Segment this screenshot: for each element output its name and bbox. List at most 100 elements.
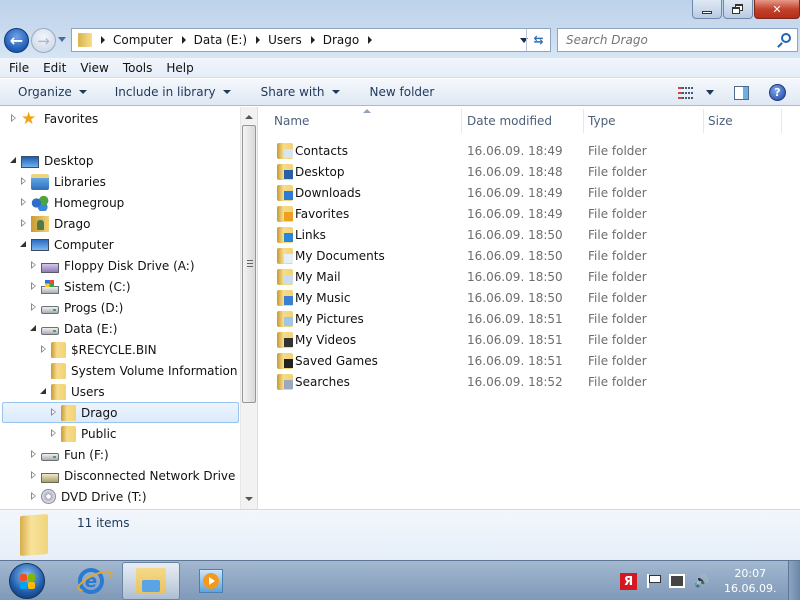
tree-item[interactable]: Computer xyxy=(19,234,114,255)
preview-pane-icon[interactable] xyxy=(734,85,749,100)
tree-item[interactable]: ★ Favorites xyxy=(9,108,98,129)
expand-arrow-icon[interactable] xyxy=(19,198,28,207)
organize-button[interactable]: Organize xyxy=(18,85,87,99)
tree-item[interactable]: Data (E:) xyxy=(29,318,117,339)
column-divider[interactable] xyxy=(461,109,462,133)
tree-item[interactable]: Users xyxy=(39,381,105,402)
expand-arrow-icon[interactable] xyxy=(29,282,38,291)
expand-arrow-icon[interactable] xyxy=(39,345,48,354)
scroll-down-icon[interactable] xyxy=(245,497,253,501)
share-with-button[interactable]: Share with xyxy=(261,85,340,99)
file-row[interactable]: My Pictures 16.06.09. 18:51 File folder xyxy=(277,308,777,329)
expand-arrow-icon[interactable] xyxy=(19,219,28,228)
breadcrumb-computer[interactable]: Computer xyxy=(113,33,173,47)
breadcrumb-chevron-icon[interactable] xyxy=(368,36,373,44)
tree-item[interactable]: Disconnected Network Drive (S:) xyxy=(29,465,257,486)
scroll-up-icon[interactable] xyxy=(245,115,253,119)
breadcrumb-users[interactable]: Users xyxy=(268,33,302,47)
column-header-size[interactable]: Size xyxy=(708,107,778,135)
tree-item[interactable]: Progs (D:) xyxy=(29,297,123,318)
action-center-flag-icon[interactable] xyxy=(646,574,661,588)
tree-item[interactable]: DVD Drive (T:) xyxy=(29,486,147,507)
taskbar-windows-explorer[interactable] xyxy=(122,562,180,600)
column-header-type[interactable]: Type xyxy=(588,107,703,135)
tree-item[interactable]: Libraries xyxy=(19,171,106,192)
breadcrumb-drago[interactable]: Drago xyxy=(323,33,360,47)
start-button[interactable] xyxy=(9,563,45,599)
expand-arrow-icon[interactable] xyxy=(29,450,38,459)
minimize-button[interactable] xyxy=(692,0,722,19)
search-icon[interactable] xyxy=(781,33,791,43)
expand-arrow-icon[interactable] xyxy=(29,303,38,312)
expand-arrow-icon[interactable] xyxy=(29,492,38,501)
column-divider[interactable] xyxy=(703,109,704,133)
refresh-button[interactable]: ⇆ xyxy=(526,29,550,51)
menu-file[interactable]: File xyxy=(9,61,29,75)
tree-item[interactable]: System Volume Information xyxy=(39,360,237,381)
address-bar[interactable]: Computer Data (E:) Users Drago ⇆ xyxy=(71,28,551,52)
breadcrumb-chevron-icon[interactable] xyxy=(256,36,261,44)
expand-arrow-icon[interactable] xyxy=(29,471,38,480)
file-row[interactable]: My Videos 16.06.09. 18:51 File folder xyxy=(277,329,777,350)
include-in-library-button[interactable]: Include in library xyxy=(115,85,231,99)
network-icon[interactable] xyxy=(669,574,685,588)
file-row[interactable]: My Music 16.06.09. 18:50 File folder xyxy=(277,287,777,308)
file-row[interactable]: Contacts 16.06.09. 18:49 File folder xyxy=(277,140,777,161)
recent-pages-dropdown[interactable] xyxy=(58,37,66,42)
volume-icon[interactable]: 🔊 xyxy=(694,574,710,588)
taskbar-media-player[interactable] xyxy=(182,562,240,600)
file-row[interactable]: Downloads 16.06.09. 18:49 File folder xyxy=(277,182,777,203)
menu-help[interactable]: Help xyxy=(166,61,193,75)
column-header-date-modified[interactable]: Date modified xyxy=(467,107,583,135)
close-button[interactable]: ✕ xyxy=(754,0,800,19)
file-row[interactable]: Favorites 16.06.09. 18:49 File folder xyxy=(277,203,777,224)
collapse-arrow-icon[interactable] xyxy=(29,324,38,333)
clock[interactable]: 20:07 16.06.09. xyxy=(724,566,776,596)
breadcrumb-chevron-icon[interactable] xyxy=(181,36,186,44)
tree-item[interactable]: Sistem (C:) xyxy=(29,276,131,297)
search-input[interactable] xyxy=(566,33,766,47)
column-divider[interactable] xyxy=(583,109,584,133)
view-options-dropdown[interactable] xyxy=(706,90,714,95)
restore-button[interactable] xyxy=(723,0,753,19)
file-row[interactable]: Saved Games 16.06.09. 18:51 File folder xyxy=(277,350,777,371)
tree-item[interactable]: Public xyxy=(49,423,117,444)
file-row[interactable]: Links 16.06.09. 18:50 File folder xyxy=(277,224,777,245)
file-row[interactable]: My Documents 16.06.09. 18:50 File folder xyxy=(277,245,777,266)
column-divider[interactable] xyxy=(781,109,782,133)
tree-item[interactable]: Homegroup xyxy=(19,192,124,213)
search-box[interactable] xyxy=(557,28,798,52)
change-view-icon[interactable] xyxy=(678,86,694,99)
collapse-arrow-icon[interactable] xyxy=(9,156,18,165)
file-row[interactable]: My Mail 16.06.09. 18:50 File folder xyxy=(277,266,777,287)
tree-item[interactable]: Floppy Disk Drive (A:) xyxy=(29,255,195,276)
forward-button[interactable]: → xyxy=(31,28,56,53)
expand-arrow-icon[interactable] xyxy=(9,114,18,123)
tree-item[interactable]: Desktop xyxy=(9,150,94,171)
tree-item[interactable]: Fun (F:) xyxy=(29,444,109,465)
scrollbar-thumb[interactable] xyxy=(242,125,256,403)
show-desktop-button[interactable] xyxy=(788,561,800,600)
expand-arrow-icon[interactable] xyxy=(29,261,38,270)
menu-view[interactable]: View xyxy=(80,61,108,75)
expand-arrow-icon[interactable] xyxy=(49,408,58,417)
help-icon[interactable]: ? xyxy=(769,84,786,101)
expand-arrow-icon[interactable] xyxy=(49,429,58,438)
navigation-pane-scrollbar[interactable] xyxy=(240,107,257,509)
breadcrumb-chevron-icon[interactable] xyxy=(310,36,315,44)
tree-item[interactable]: Drago xyxy=(19,213,91,234)
tree-item[interactable]: Drago xyxy=(2,402,239,423)
avira-icon[interactable]: Я xyxy=(620,572,637,590)
back-button[interactable]: ← xyxy=(4,28,29,53)
breadcrumb-chevron-icon[interactable] xyxy=(101,36,105,44)
file-row[interactable]: Searches 16.06.09. 18:52 File folder xyxy=(277,371,777,392)
taskbar-internet-explorer[interactable]: e xyxy=(62,562,120,600)
breadcrumb-data-e[interactable]: Data (E:) xyxy=(194,33,247,47)
column-header-name[interactable]: Name xyxy=(274,107,464,135)
expand-arrow-icon[interactable] xyxy=(19,177,28,186)
new-folder-button[interactable]: New folder xyxy=(370,85,435,99)
collapse-arrow-icon[interactable] xyxy=(19,240,28,249)
collapse-arrow-icon[interactable] xyxy=(39,387,48,396)
menu-edit[interactable]: Edit xyxy=(43,61,66,75)
tree-item[interactable]: $RECYCLE.BIN xyxy=(39,339,157,360)
